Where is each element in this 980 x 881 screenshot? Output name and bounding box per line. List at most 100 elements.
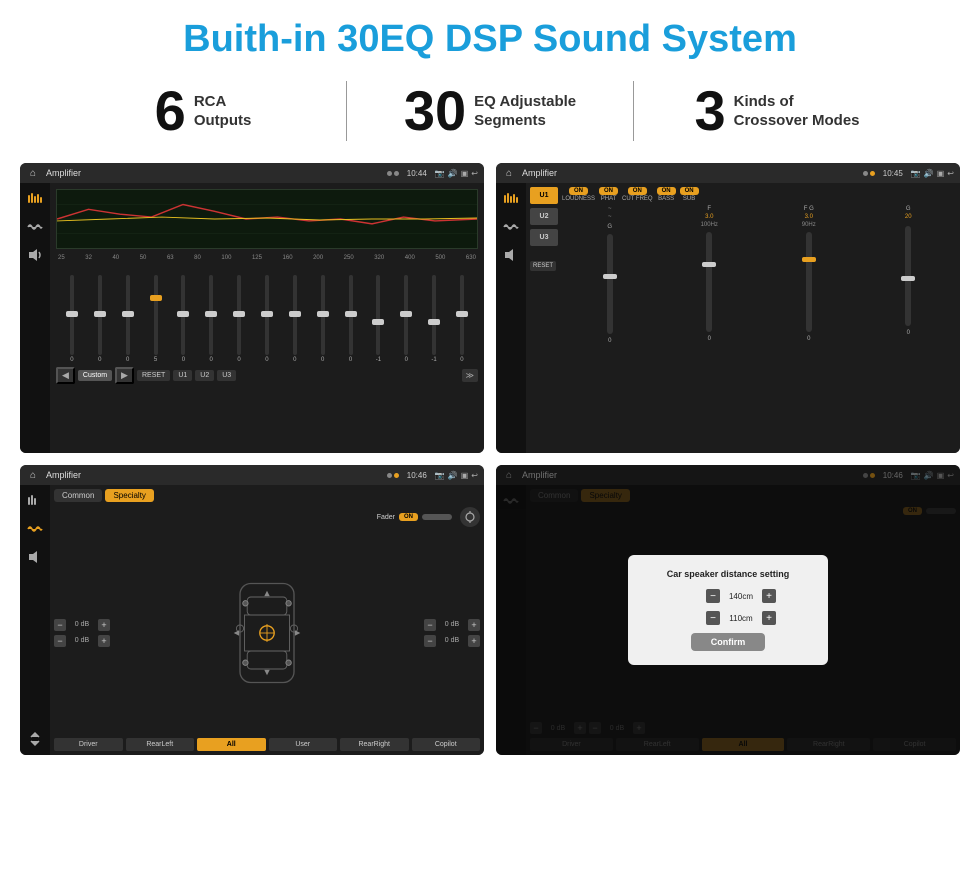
vol-minus-fl[interactable]: − — [54, 619, 66, 631]
dialog-box: Car speaker distance setting − 140cm + −… — [628, 555, 828, 665]
sidebar-speaker-icon[interactable] — [25, 247, 45, 263]
home-icon-3[interactable]: ⌂ — [26, 468, 40, 482]
vol-control-rr: − 0 dB + — [424, 635, 480, 647]
rearright-button[interactable]: RearRight — [340, 738, 409, 751]
amp-sidebar-eq-icon[interactable] — [501, 191, 521, 207]
stat-rca-number: 6 — [155, 83, 186, 139]
eq-slider-2[interactable]: 0 — [86, 275, 114, 363]
eq-u3-button[interactable]: U3 — [217, 370, 236, 381]
eq-bottom-bar: ◀ Custom ▶ RESET U1 U2 U3 ≫ — [56, 367, 478, 384]
eq-prev-button[interactable]: ◀ — [56, 367, 75, 384]
rearleft-button[interactable]: RearLeft — [126, 738, 195, 751]
amp-bass-pill: ON — [657, 187, 676, 195]
all-button[interactable]: All — [197, 738, 266, 751]
fader-main-area: Common Specialty Fader ON − 0 dB — [50, 485, 484, 755]
amp-bass-toggle[interactable]: ON BASS — [657, 187, 676, 202]
amp-sub-toggle[interactable]: ON SUB — [680, 187, 699, 202]
dialog-horizontal-minus[interactable]: − — [706, 589, 720, 603]
dialog-overlay: Car speaker distance setting − 140cm + −… — [496, 465, 960, 755]
amp-sidebar-speaker-icon[interactable] — [501, 247, 521, 263]
amp-sidebar-wave-icon[interactable] — [501, 219, 521, 235]
amp-camera-icon: 📷 — [911, 169, 921, 178]
vol-plus-rr[interactable]: + — [468, 635, 480, 647]
sidebar-wave-icon[interactable] — [25, 219, 45, 235]
amp-screen-title: Amplifier — [522, 168, 859, 178]
copilot-button[interactable]: Copilot — [412, 738, 481, 751]
eq-reset-button[interactable]: RESET — [137, 370, 170, 381]
driver-button[interactable]: Driver — [54, 738, 123, 751]
eq-status-bar: ⌂ Amplifier 10:44 📷 🔊 ▣ ↩ — [20, 163, 484, 183]
vol-val-rl: 0 dB — [68, 637, 96, 644]
eq-graph — [56, 189, 478, 249]
eq-slider-3[interactable]: 0 — [114, 275, 142, 363]
eq-slider-5[interactable]: 0 — [169, 275, 197, 363]
dialog-horizontal-stepper: − 140cm + — [706, 589, 776, 603]
amp-preset-u2[interactable]: U2 — [530, 208, 558, 225]
eq-slider-10[interactable]: 0 — [309, 275, 337, 363]
fader-back-icon[interactable]: ↩ — [471, 471, 478, 480]
fader-toggle[interactable]: ON — [399, 513, 418, 521]
amp-sliders-area: ~ ~ G 0 F 3.0 100Hz — [562, 206, 956, 449]
page-title: Buith-in 30EQ DSP Sound System — [0, 0, 980, 71]
vol-val-rr: 0 dB — [438, 637, 466, 644]
window-icon: ▣ — [461, 169, 469, 178]
amp-phat-toggle[interactable]: ON PHAT — [599, 187, 618, 202]
eq-slider-4[interactable]: 5 — [142, 275, 170, 363]
amp-presets: U1 U2 U3 RESET — [530, 187, 558, 449]
eq-slider-11[interactable]: 0 — [337, 275, 365, 363]
eq-slider-8[interactable]: 0 — [253, 275, 281, 363]
sidebar-eq-icon[interactable] — [25, 191, 45, 207]
fader-toggle-row: Fader ON — [54, 507, 480, 527]
amp-volume-icon: 🔊 — [924, 169, 934, 178]
vol-minus-rr[interactable]: − — [424, 635, 436, 647]
eq-slider-15[interactable]: 0 — [448, 275, 476, 363]
fader-slider[interactable] — [422, 514, 452, 520]
eq-slider-14[interactable]: -1 — [420, 275, 448, 363]
fader-label: Fader — [377, 514, 395, 521]
home-icon-2[interactable]: ⌂ — [502, 166, 516, 180]
vol-plus-fr[interactable]: + — [468, 619, 480, 631]
amp-back-icon[interactable]: ↩ — [947, 169, 954, 178]
vol-plus-rl[interactable]: + — [98, 635, 110, 647]
eq-slider-12[interactable]: -1 — [364, 275, 392, 363]
fader-sidebar-wave-icon[interactable] — [25, 521, 45, 537]
dialog-vertical-minus[interactable]: − — [706, 611, 720, 625]
eq-slider-13[interactable]: 0 — [392, 275, 420, 363]
screens-grid: ⌂ Amplifier 10:44 📷 🔊 ▣ ↩ — [0, 155, 980, 765]
vol-minus-rl[interactable]: − — [54, 635, 66, 647]
eq-custom-button[interactable]: Custom — [78, 370, 112, 381]
vol-plus-fl[interactable]: + — [98, 619, 110, 631]
eq-slider-1[interactable]: 0 — [58, 275, 86, 363]
expand-icon[interactable]: ≫ — [462, 369, 478, 382]
eq-slider-6[interactable]: 0 — [197, 275, 225, 363]
freq-100: 100 — [221, 255, 231, 261]
fader-tab-specialty[interactable]: Specialty — [105, 489, 153, 502]
amp-reset-button[interactable]: RESET — [530, 261, 556, 271]
vol-minus-fr[interactable]: − — [424, 619, 436, 631]
eq-slider-7[interactable]: 0 — [225, 275, 253, 363]
dialog-horizontal-plus[interactable]: + — [762, 589, 776, 603]
user-button[interactable]: User — [269, 738, 338, 751]
fader-sidebar-eq-icon[interactable] — [25, 493, 45, 509]
fader-sidebar-expand-icon[interactable] — [25, 731, 45, 747]
fader-screen-card: ⌂ Amplifier 10:46 📷 🔊 ▣ ↩ — [20, 465, 484, 755]
amp-loudness-pill: ON — [569, 187, 588, 195]
eq-u2-button[interactable]: U2 — [195, 370, 214, 381]
fader-sidebar-speaker-icon[interactable] — [25, 549, 45, 565]
status-dots — [387, 171, 399, 176]
dialog-confirm-button[interactable]: Confirm — [691, 633, 766, 651]
amp-preset-u3[interactable]: U3 — [530, 229, 558, 246]
eq-slider-9[interactable]: 0 — [281, 275, 309, 363]
amp-cutfreq-toggle[interactable]: ON CUT FREQ — [622, 187, 653, 202]
amp-preset-u1[interactable]: U1 — [530, 187, 558, 204]
back-icon[interactable]: ↩ — [471, 169, 478, 178]
amp-loudness-toggle[interactable]: ON LOUDNESS — [562, 187, 595, 202]
eq-u1-button[interactable]: U1 — [173, 370, 192, 381]
dialog-title: Car speaker distance setting — [642, 569, 814, 579]
fader-settings-icon[interactable] — [460, 507, 480, 527]
dialog-vertical-plus[interactable]: + — [762, 611, 776, 625]
amp-channels: ON LOUDNESS ON PHAT ON CUT FREQ ON — [562, 187, 956, 449]
fader-tab-common[interactable]: Common — [54, 489, 102, 502]
home-icon[interactable]: ⌂ — [26, 166, 40, 180]
eq-next-button[interactable]: ▶ — [115, 367, 134, 384]
